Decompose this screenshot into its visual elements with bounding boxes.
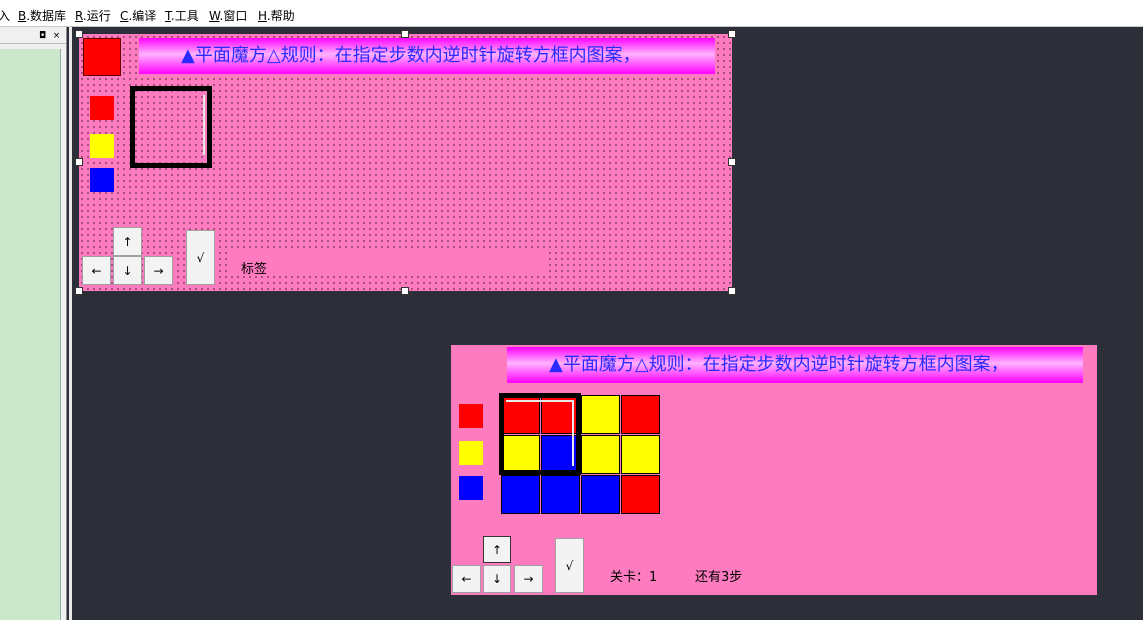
grid-cell[interactable] [621, 395, 660, 434]
menu-bar: 入 B.数据库 R.运行 C.编译 T.工具 W.窗口 H.帮助 [0, 0, 1143, 27]
menu-item-help[interactable]: H.帮助 [258, 7, 295, 24]
menu-label: .窗口 [219, 9, 248, 23]
left-dock-panel: ◘ × [0, 27, 67, 620]
right-arrow-button[interactable]: → [144, 256, 173, 285]
confirm-button[interactable]: √ [555, 538, 584, 593]
resize-handle[interactable] [75, 158, 83, 166]
menu-key: W [209, 9, 220, 23]
resize-handle[interactable] [728, 287, 736, 295]
frame-highlight [572, 400, 574, 466]
frame-highlight [506, 400, 572, 402]
grid-cell[interactable] [621, 475, 660, 514]
grid-cell[interactable] [621, 435, 660, 474]
run-form: ▲平面魔方△规则：在指定步数内逆时针旋转方框内图案， ↑ ← ↓ → √ 关卡：… [451, 345, 1097, 595]
up-arrow-button[interactable]: ↑ [113, 227, 142, 256]
menu-label: .编译 [128, 9, 157, 23]
blue-color-swatch[interactable] [90, 168, 114, 192]
splitter[interactable] [69, 27, 72, 620]
rule-text: ▲平面魔方△规则：在指定步数内逆时针旋转方框内图案， [549, 354, 1009, 375]
frame-highlight [203, 95, 205, 155]
panel-title-bar: ◘ × [0, 29, 66, 44]
grid-cell[interactable] [581, 435, 620, 474]
resize-handle[interactable] [728, 158, 736, 166]
menu-label: .工具 [170, 9, 199, 23]
status-label: 标签 [241, 262, 268, 277]
down-arrow-button[interactable]: ↓ [113, 256, 142, 285]
menu-item-partial[interactable]: 入 [0, 7, 10, 24]
yellow-color-swatch[interactable] [90, 134, 114, 158]
rule-banner: ▲平面魔方△规则：在指定步数内逆时针旋转方框内图案， [507, 347, 1083, 383]
menu-item-run[interactable]: R.运行 [75, 7, 111, 24]
up-arrow-button[interactable]: ↑ [483, 536, 511, 563]
grid-cell[interactable] [501, 475, 540, 514]
grid-cell[interactable] [581, 475, 620, 514]
yellow-color-swatch[interactable] [459, 441, 483, 465]
resize-handle[interactable] [75, 287, 83, 295]
down-arrow-button[interactable]: ↓ [483, 565, 511, 593]
menu-item-database[interactable]: B.数据库 [18, 7, 66, 24]
grid-cell[interactable] [541, 475, 580, 514]
panel-content [0, 49, 61, 620]
resize-handle[interactable] [75, 30, 83, 38]
right-arrow-button[interactable]: → [514, 565, 543, 593]
resize-handle[interactable] [401, 30, 409, 38]
level-label: 关卡：1 [610, 570, 658, 585]
left-arrow-button[interactable]: ← [452, 565, 481, 593]
menu-item-compile[interactable]: C.编译 [120, 7, 156, 24]
design-form[interactable]: ▲平面魔方△规则：在指定步数内逆时针旋转方框内图案， ↑ ← ↓ → √ 标签 [79, 34, 732, 291]
menu-item-window[interactable]: W.窗口 [209, 7, 247, 24]
blue-color-swatch[interactable] [459, 476, 483, 500]
red-color-swatch[interactable] [90, 96, 114, 120]
rotation-frame [499, 393, 581, 475]
pin-icon[interactable]: ◘ [38, 32, 47, 41]
rule-text: ▲平面魔方△规则：在指定步数内逆时针旋转方框内图案， [181, 45, 641, 66]
left-arrow-button[interactable]: ← [82, 256, 111, 285]
menu-label: .帮助 [266, 9, 295, 23]
menu-key: B [18, 9, 27, 23]
menu-key: H [258, 9, 267, 23]
grid-cell[interactable] [581, 395, 620, 434]
menu-label: .运行 [82, 9, 111, 23]
steps-remaining-label: 还有3步 [695, 570, 743, 585]
confirm-button[interactable]: √ [186, 230, 215, 285]
rotation-frame [130, 86, 212, 168]
red-color-swatch[interactable] [459, 404, 483, 428]
rule-banner: ▲平面魔方△规则：在指定步数内逆时针旋转方框内图案， [139, 38, 715, 74]
form-icon [83, 38, 121, 76]
menu-label: .数据库 [26, 9, 67, 23]
status-label-box [229, 252, 545, 274]
resize-handle[interactable] [728, 30, 736, 38]
close-icon[interactable]: × [52, 32, 61, 41]
resize-handle[interactable] [401, 287, 409, 295]
menu-item-tools[interactable]: T.工具 [165, 7, 199, 24]
menu-key: R [75, 9, 83, 23]
